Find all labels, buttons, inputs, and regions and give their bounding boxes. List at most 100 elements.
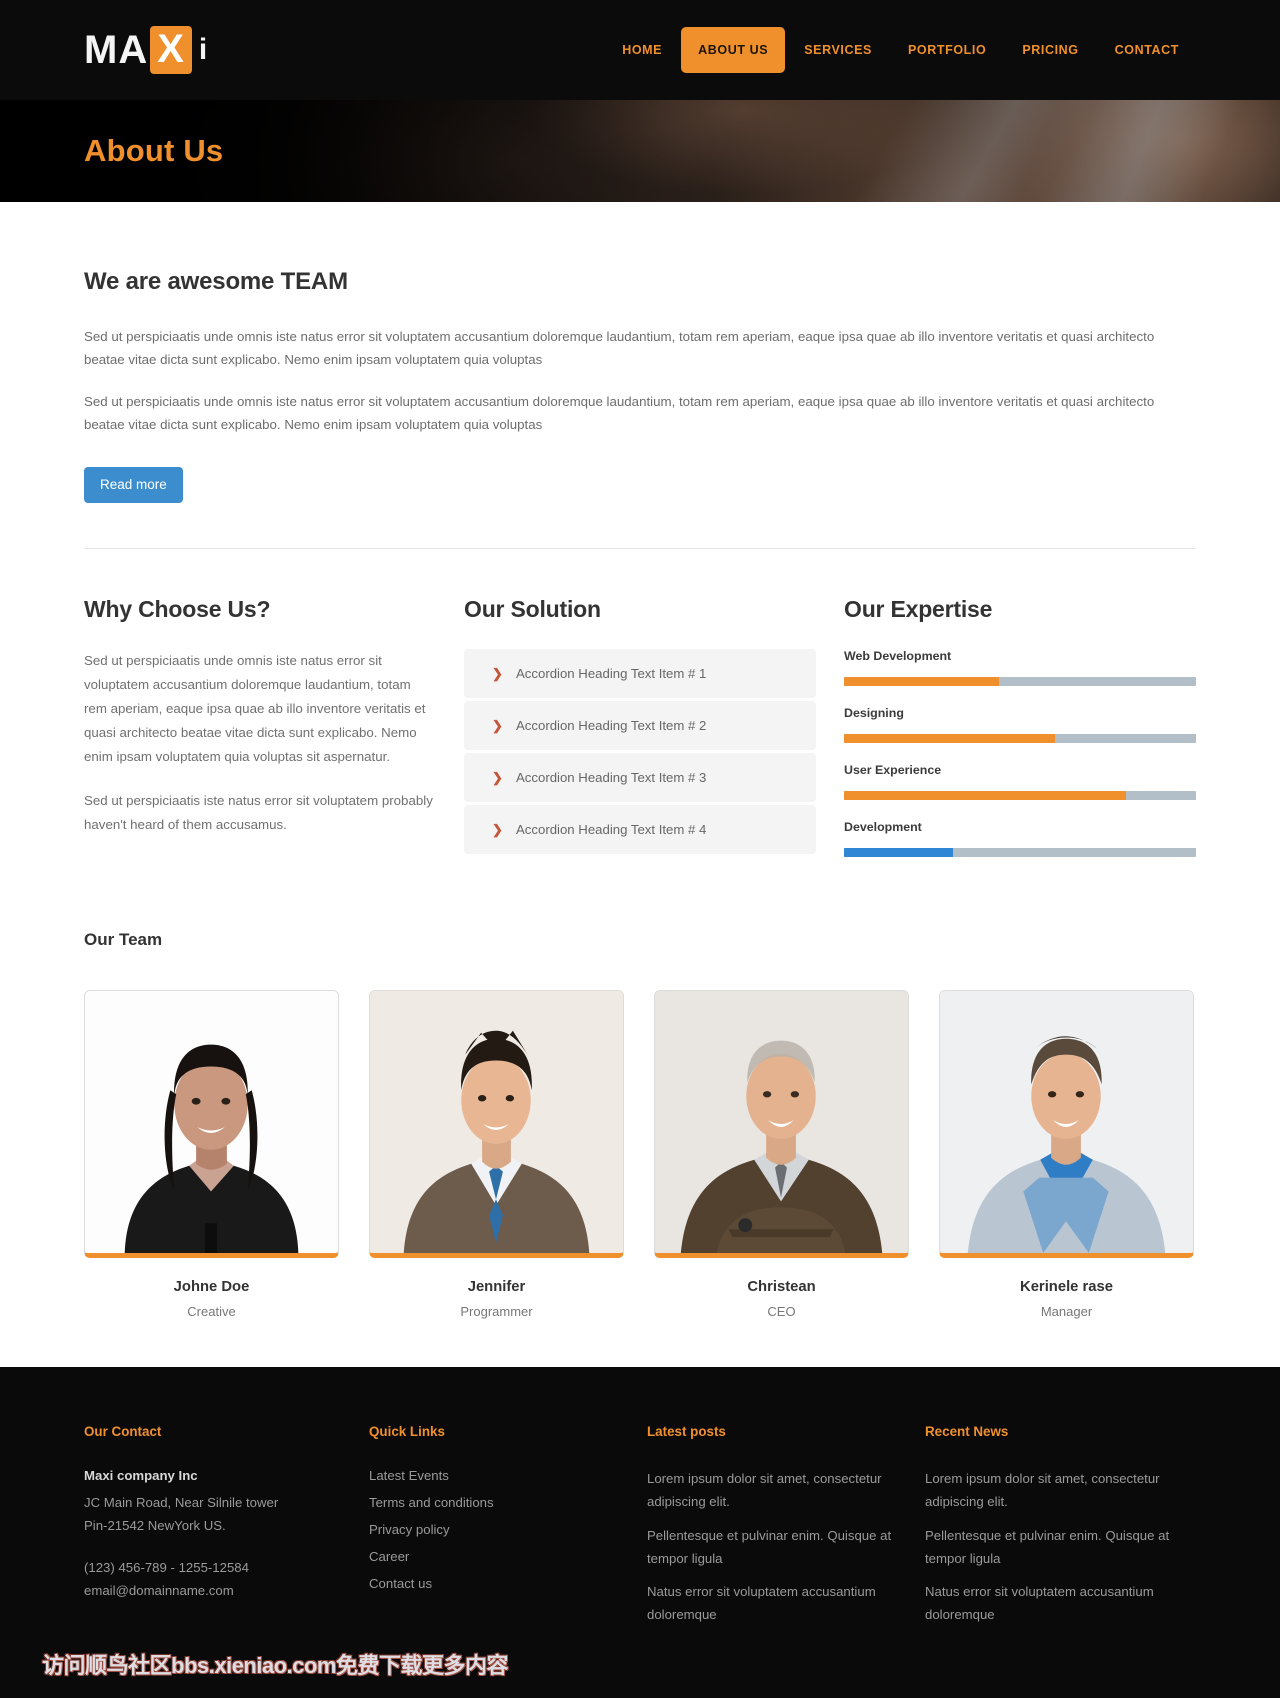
progress-bar-track [844,734,1196,744]
nav-item-about-us[interactable]: ABOUT US [681,27,786,73]
accordion-item-3[interactable]: ❯ Accordion Heading Text Item # 3 [464,753,816,803]
footer-recent-news-heading: Recent News [925,1424,1009,1440]
footer-news-item[interactable]: Natus error sit voluptatem accusantium d… [925,1581,1203,1626]
footer-latest-posts-heading: Latest posts [647,1424,726,1440]
main-navigation: HOME ABOUT US SERVICES PORTFOLIO PRICING… [605,27,1196,73]
progress-bar-fill [844,677,999,687]
intro-section: We are awesome TEAM Sed ut perspiciaatis… [84,202,1196,550]
footer-contact-column: Our Contact Maxi company Inc JC Main Roa… [84,1424,369,1637]
team-grid: Johne Doe Creative Jennifer Programmer C… [84,990,1196,1319]
page-banner: About Us [0,100,1280,202]
footer-post-item[interactable]: Pellentesque et pulvinar enim. Quisque a… [647,1525,925,1570]
our-expertise-heading: Our Expertise [844,596,993,623]
our-solution-column: Our Solution ❯ Accordion Heading Text It… [464,596,816,877]
nav-item-pricing[interactable]: PRICING [1005,27,1095,73]
accordion-item-label: Accordion Heading Text Item # 2 [516,718,707,734]
footer-company-name: Maxi company Inc [84,1468,198,1484]
footer-news-item[interactable]: Pellentesque et pulvinar enim. Quisque a… [925,1525,1203,1570]
team-member-role: Manager [1040,1304,1093,1320]
why-choose-us-column: Why Choose Us? Sed ut perspiciaatis unde… [84,596,436,877]
footer-news-item[interactable]: Lorem ipsum dolor sit amet, consectetur … [925,1468,1203,1513]
progress-bar-track [844,791,1196,801]
accordion-item-2[interactable]: ❯ Accordion Heading Text Item # 2 [464,701,816,751]
skill-label: Development [844,820,922,835]
footer-link-privacy[interactable]: Privacy policy [369,1522,647,1537]
intro-heading: We are awesome TEAM [84,268,348,295]
intro-paragraph-2: Sed ut perspiciaatis unde omnis iste nat… [84,393,1155,432]
team-member-name: Christean [747,1279,816,1296]
accordion-item-label: Accordion Heading Text Item # 1 [516,666,707,682]
skill-label: Designing [844,706,904,721]
team-section: Our Team Johne Doe Creative Jennifer Pro… [84,877,1196,1367]
footer-contact-heading: Our Contact [84,1424,162,1440]
chevron-right-icon: ❯ [492,718,503,734]
footer-email[interactable]: email@domainname.com [84,1580,369,1603]
watermark-text: 访问顺鸟社区bbs.xieniao.com免费下载更多内容 [42,1652,508,1678]
chevron-right-icon: ❯ [492,666,503,682]
skill-label: Web Development [844,649,952,664]
footer-link-contact-us[interactable]: Contact us [369,1576,647,1591]
page-title: About Us [84,133,224,168]
team-member-role: CEO [767,1304,796,1320]
features-columns: Why Choose Us? Sed ut perspiciaatis unde… [84,549,1196,877]
team-member-name: Kerinele rase [1020,1279,1113,1296]
team-member-card[interactable]: Johne Doe Creative [84,990,339,1319]
page-root: MA X i HOME ABOUT US SERVICES PORTFOLIO … [0,0,1280,1698]
footer-phone[interactable]: (123) 456-789 - 1255-12584 [84,1557,369,1580]
chevron-right-icon: ❯ [492,822,503,838]
progress-bar-track [844,677,1196,687]
footer-post-item[interactable]: Natus error sit voluptatem accusantium d… [647,1581,925,1626]
team-member-role: Programmer [460,1304,533,1320]
why-paragraph-2: Sed ut perspiciaatis iste natus error si… [84,793,433,833]
site-footer: Our Contact Maxi company Inc JC Main Roa… [0,1367,1280,1698]
footer-post-item[interactable]: Lorem ipsum dolor sit amet, consectetur … [647,1468,925,1513]
footer-link-career[interactable]: Career [369,1549,647,1564]
logo-accent-box: X [150,26,192,74]
team-member-photo [939,990,1194,1259]
our-solution-heading: Our Solution [464,596,601,623]
nav-item-portfolio[interactable]: PORTFOLIO [891,27,1003,73]
skill-user-experience: User Experience [844,763,1196,801]
team-member-card[interactable]: Kerinele rase Manager [939,990,1194,1319]
team-member-photo [369,990,624,1259]
logo-text-last: i [198,33,209,66]
footer-link-terms[interactable]: Terms and conditions [369,1495,647,1510]
team-member-photo [654,990,909,1259]
team-member-photo [84,990,339,1259]
footer-recent-news-column: Recent News Lorem ipsum dolor sit amet, … [925,1424,1203,1637]
team-member-card[interactable]: Jennifer Programmer [369,990,624,1319]
team-member-name: Jennifer [467,1279,526,1296]
accordion-item-label: Accordion Heading Text Item # 3 [516,770,707,786]
read-more-button[interactable]: Read more [84,467,183,504]
accordion-item-label: Accordion Heading Text Item # 4 [516,822,707,838]
nav-item-services[interactable]: SERVICES [787,27,889,73]
accordion-item-1[interactable]: ❯ Accordion Heading Text Item # 1 [464,649,816,699]
progress-bar-track [844,848,1196,858]
skill-web-development: Web Development [844,649,1196,687]
footer-quick-links-column: Quick Links Latest Events Terms and cond… [369,1424,647,1637]
site-header: MA X i HOME ABOUT US SERVICES PORTFOLIO … [0,0,1280,100]
logo-text-first: MA [84,28,149,72]
skill-label: User Experience [844,763,942,778]
accordion-item-4[interactable]: ❯ Accordion Heading Text Item # 4 [464,805,816,855]
nav-item-home[interactable]: HOME [605,27,679,73]
chevron-right-icon: ❯ [492,770,503,786]
why-choose-us-heading: Why Choose Us? [84,596,271,623]
why-paragraph-1: Sed ut perspiciaatis unde omnis iste nat… [84,653,426,764]
skill-development: Development [844,820,1196,858]
nav-item-contact[interactable]: CONTACT [1098,27,1196,73]
team-heading: Our Team [84,930,163,950]
intro-paragraph-1: Sed ut perspiciaatis unde omnis iste nat… [84,329,1155,367]
team-member-card[interactable]: Christean CEO [654,990,909,1319]
skill-designing: Designing [844,706,1196,744]
footer-address-line-1: JC Main Road, Near Silnile tower [84,1495,279,1511]
team-member-name: Johne Doe [173,1279,250,1296]
footer-quick-links-heading: Quick Links [369,1424,445,1440]
footer-link-latest-events[interactable]: Latest Events [369,1468,647,1483]
progress-bar-fill [844,848,954,858]
progress-bar-fill [844,734,1056,744]
footer-address-line-2: Pin-21542 NewYork US. [84,1518,226,1534]
footer-latest-posts-column: Latest posts Lorem ipsum dolor sit amet,… [647,1424,925,1637]
our-expertise-column: Our Expertise Web Development Designing … [844,596,1196,877]
site-logo[interactable]: MA X i [84,26,208,74]
